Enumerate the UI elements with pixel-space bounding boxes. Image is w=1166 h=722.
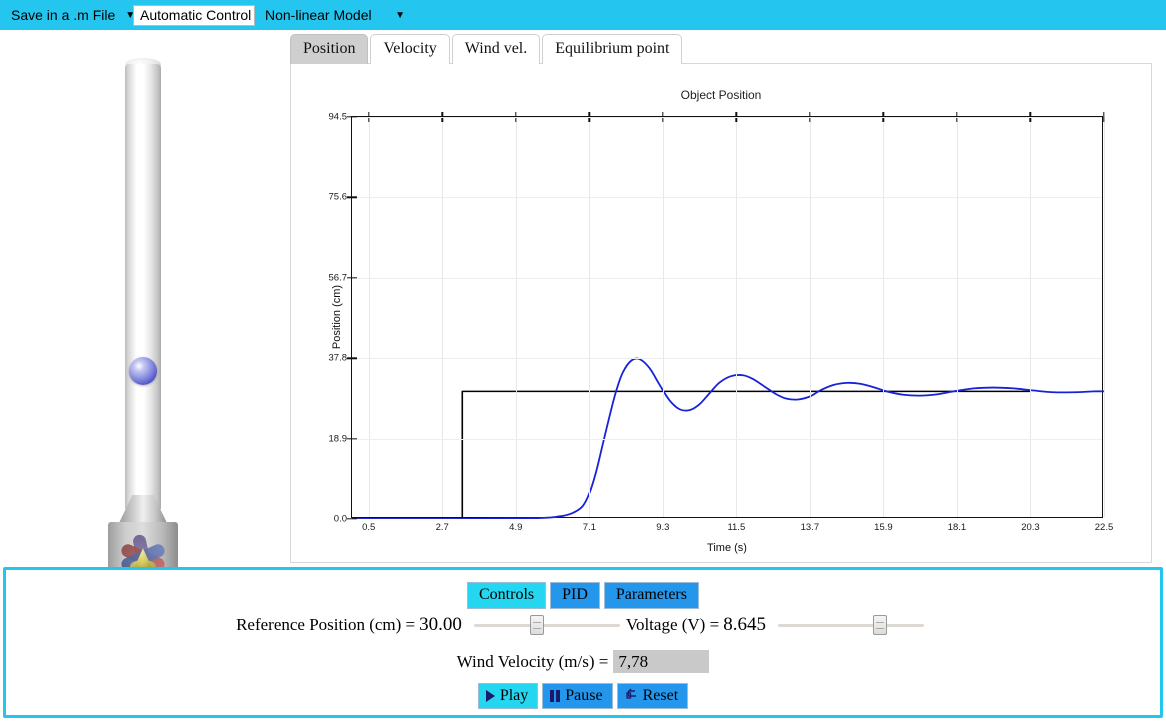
- y-tick-label: 0.0: [333, 513, 347, 525]
- plant-visualization: [0, 40, 290, 581]
- plot-curves: [352, 357, 1104, 519]
- x-tick-label: 20.3: [1021, 522, 1040, 533]
- control-panel: Controls PID Parameters Reference Position…: [3, 567, 1163, 718]
- grid-line-horizontal: [352, 197, 1102, 199]
- chart-title: Object Position: [680, 88, 762, 102]
- parameter-sliders-row: Reference Position (cm) = 30.00 Voltage …: [6, 614, 1160, 636]
- y-tick-mark: [347, 518, 357, 520]
- tab-wind-vel[interactable]: Wind vel.: [451, 34, 541, 64]
- play-icon: [485, 689, 495, 702]
- control-mode-dropdown[interactable]: Automatic Control ▼: [133, 5, 271, 26]
- control-panel-tabs: Controls PID Parameters: [6, 582, 1160, 609]
- grid-line-vertical: [1104, 117, 1105, 517]
- grid-line-vertical: [442, 117, 444, 517]
- y-tick-label: 56.7: [328, 272, 348, 284]
- slider-track: [473, 623, 620, 627]
- tab-position[interactable]: Position: [290, 34, 369, 64]
- control-mode-dropdown-label: Automatic Control: [140, 7, 252, 23]
- grid-line-vertical: [956, 117, 958, 517]
- reference-position-value: 30.00: [419, 614, 462, 635]
- slider-thumb[interactable]: [529, 615, 544, 635]
- control-tab-parameters[interactable]: Parameters: [603, 582, 699, 609]
- voltage-value: 8.645: [723, 614, 766, 635]
- grid-line-horizontal: [352, 358, 1102, 360]
- x-tick-label: 18.1: [947, 522, 967, 533]
- x-tick-label: 7.1: [582, 522, 596, 533]
- playback-buttons: Play Pause Reset: [6, 683, 1160, 709]
- reference-position-slider[interactable]: [473, 614, 620, 636]
- grid-line-vertical: [809, 117, 811, 517]
- pause-icon: [550, 689, 560, 702]
- chevron-down-icon: ▼: [395, 10, 405, 21]
- voltage-label: Voltage (V) =: [625, 615, 720, 634]
- y-tick-mark: [347, 196, 357, 199]
- reset-button-label: Reset: [642, 687, 679, 704]
- application-window: Save in a .m File ▼ Automatic Control ▼ …: [0, 0, 1166, 722]
- control-tab-pid[interactable]: PID: [550, 582, 600, 609]
- play-button-label: Play: [499, 687, 529, 704]
- wind-velocity-input[interactable]: [613, 650, 710, 673]
- y-tick-mark: [347, 357, 357, 359]
- x-tick-label: 11.5: [727, 522, 746, 533]
- levitation-tube: [125, 64, 161, 509]
- plot-area: 0.5 2.7 4.9 7.1 9.3 11.5 13.7 15.9 18.1 20.3 22.5 0…: [329, 112, 1114, 534]
- grid-line-vertical: [1030, 117, 1032, 517]
- wind-velocity-label: Wind Velocity (m/s) =: [456, 651, 609, 671]
- reset-icon: [625, 686, 638, 705]
- slider-track: [777, 623, 924, 627]
- grid-line-vertical: [589, 117, 591, 517]
- x-tick-label: 22.5: [1094, 522, 1114, 533]
- control-tab-controls[interactable]: Controls: [467, 582, 547, 609]
- tab-velocity[interactable]: Velocity: [370, 34, 450, 64]
- model-type-dropdown[interactable]: Non-linear Model ▼: [258, 5, 410, 26]
- series-reference-position: [352, 390, 1031, 519]
- x-tick-mark: [1103, 112, 1105, 122]
- grid-line-vertical: [368, 117, 370, 517]
- chart-tabs: Position Velocity Wind vel. Equilibrium poi…: [290, 34, 684, 64]
- x-tick-label: 15.9: [874, 522, 893, 533]
- reference-position-label: Reference Position (cm) =: [236, 615, 416, 634]
- pause-button[interactable]: Pause: [542, 683, 613, 709]
- save-file-dropdown-label: Save in a .m File: [11, 7, 116, 23]
- x-axis-label: Time (s): [707, 542, 747, 554]
- y-tick-label: 94.5: [328, 111, 348, 123]
- grid-line-horizontal: [352, 438, 1102, 440]
- grid-line-vertical: [662, 117, 664, 517]
- tab-equilibrium-point[interactable]: Equilibrium point: [542, 34, 683, 64]
- grid-line-vertical: [736, 117, 738, 517]
- grid-line-horizontal: [352, 117, 1102, 118]
- reset-button[interactable]: Reset: [616, 683, 689, 709]
- y-tick-mark: [347, 437, 357, 440]
- chart-panel: Object Position Position (cm) 0.5 2.7 4.9 7…: [290, 63, 1152, 563]
- top-menu-bar: Save in a .m File ▼ Automatic Control ▼ …: [0, 0, 1166, 30]
- wind-velocity-row: Wind Velocity (m/s) =: [6, 650, 1160, 673]
- model-type-dropdown-label: Non-linear Model: [265, 7, 372, 23]
- grid-line-vertical: [883, 117, 885, 517]
- grid-line-horizontal: [352, 277, 1102, 279]
- pause-button-label: Pause: [565, 687, 603, 704]
- y-tick-mark: [347, 277, 357, 279]
- y-tick-label: 75.6: [328, 191, 348, 203]
- slider-thumb[interactable]: [873, 615, 888, 635]
- play-button[interactable]: Play: [477, 683, 539, 709]
- x-tick-label: 13.7: [800, 522, 820, 533]
- save-file-dropdown[interactable]: Save in a .m File ▼: [4, 5, 135, 26]
- x-tick-label: 4.9: [509, 522, 523, 533]
- voltage-slider[interactable]: [777, 614, 924, 636]
- levitating-ball: [129, 357, 157, 385]
- y-tick-label: 18.9: [328, 433, 348, 445]
- y-tick-label: 37.8: [328, 352, 348, 364]
- grid-line-vertical: [515, 117, 517, 517]
- x-tick-label: 0.5: [362, 522, 376, 533]
- x-tick-label: 2.7: [435, 522, 449, 533]
- x-tick-label: 9.3: [656, 522, 670, 533]
- y-tick-mark: [347, 116, 357, 118]
